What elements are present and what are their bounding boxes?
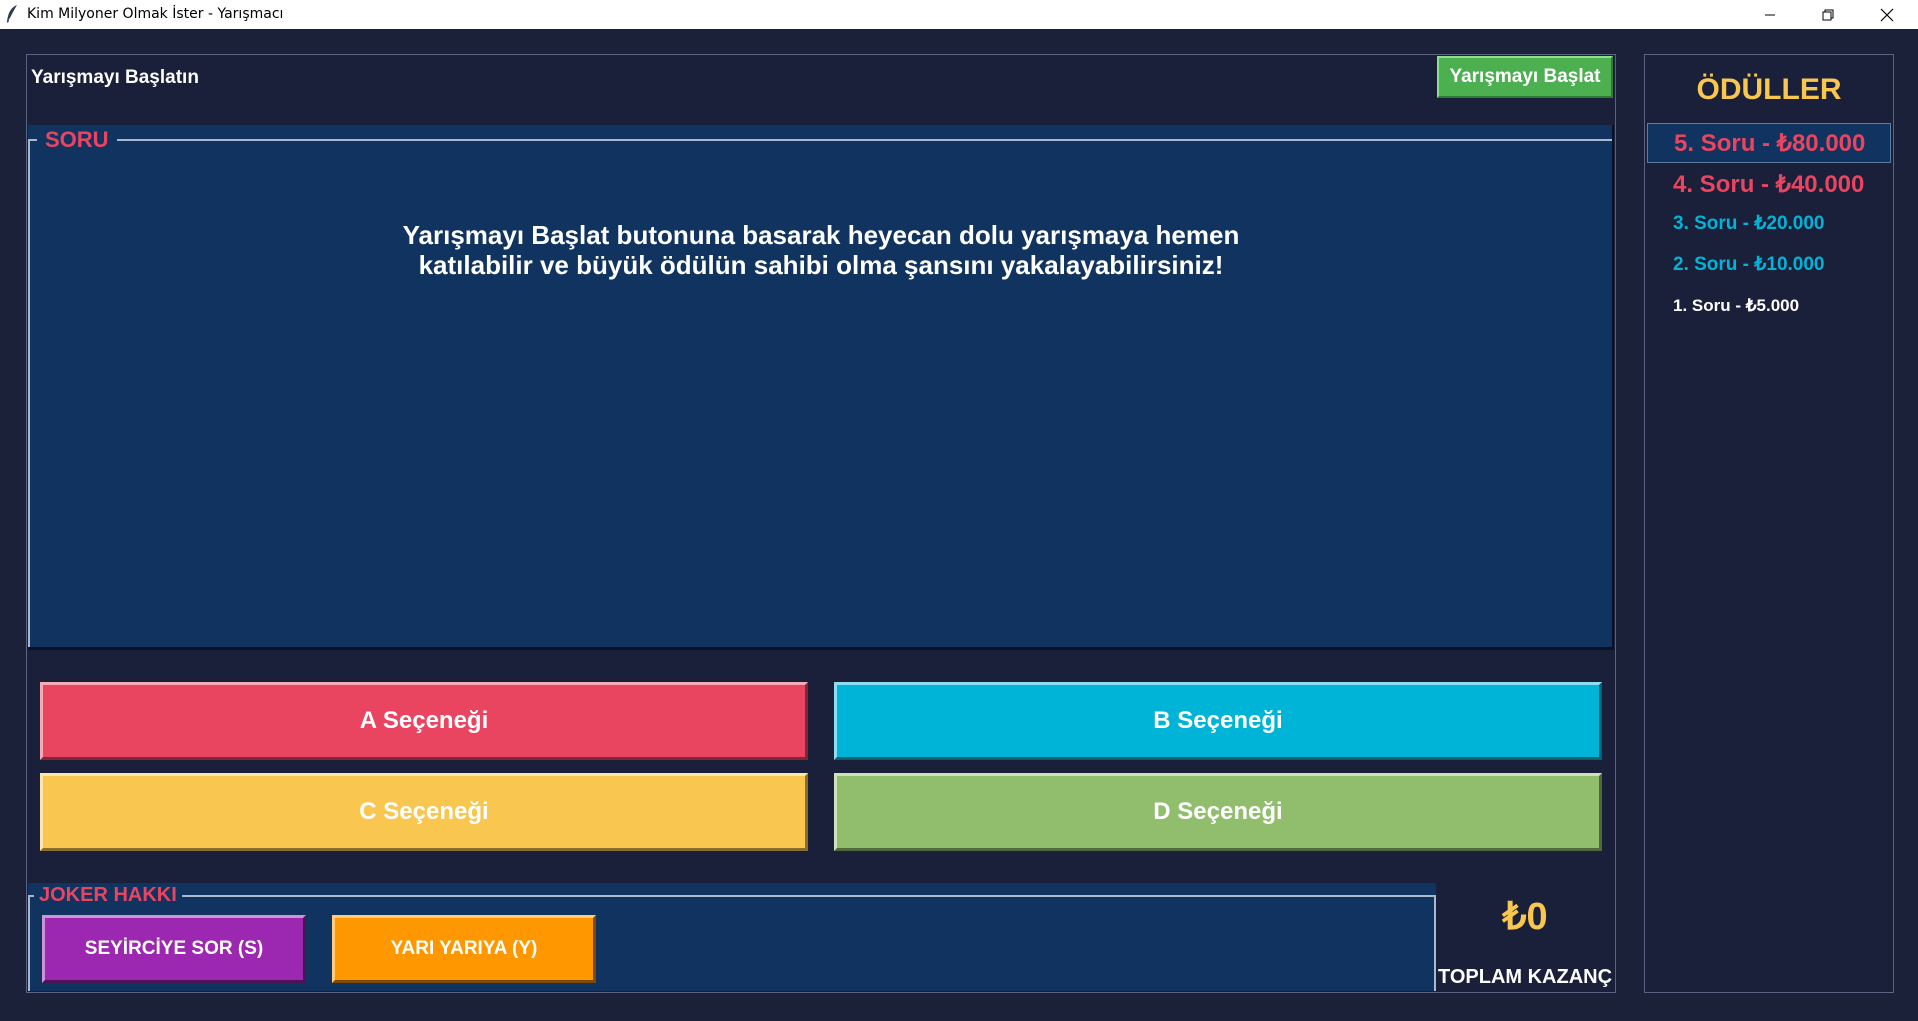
option-b-button[interactable]: B Seçeneği [834, 682, 1602, 760]
status-label: Yarışmayı Başlatın [31, 67, 199, 88]
total-earnings-amount: ₺0 [1502, 896, 1548, 938]
frame-border [28, 895, 1436, 897]
joker-legend: JOKER HAKKI [34, 883, 182, 907]
total-earnings-label: TOPLAM KAZANÇ [1437, 966, 1613, 988]
question-text: Yarışmayı Başlat butonuna basarak heyeca… [28, 220, 1614, 280]
minimize-button[interactable] [1741, 0, 1799, 29]
start-game-button[interactable]: Yarışmayı Başlat [1437, 56, 1613, 98]
close-button[interactable] [1858, 0, 1916, 29]
prize-item-3: 3. Soru - ₺20.000 [1673, 213, 1825, 234]
question-text-line: Yarışmayı Başlat butonuna basarak heyeca… [402, 220, 1240, 250]
frame-border [28, 895, 30, 991]
restore-button[interactable] [1799, 0, 1857, 29]
feather-icon [5, 4, 19, 24]
ask-audience-button[interactable]: SEYİRCİYE SOR (S) [42, 915, 306, 983]
window-title: Kim Milyoner Olmak İster - Yarışmacı [27, 6, 284, 22]
question-legend: SORU [37, 127, 117, 153]
question-text-line: katılabilir ve büyük ödülün sahibi olma … [418, 250, 1224, 280]
question-panel: SORU Yarışmayı Başlat butonuna basarak h… [28, 125, 1614, 650]
frame-border [28, 139, 30, 647]
title-bar: Kim Milyoner Olmak İster - Yarışmacı [0, 0, 1918, 29]
prize-title: ÖDÜLLER [1696, 73, 1842, 106]
restore-icon [1822, 9, 1834, 21]
option-c-button[interactable]: C Seçeneği [40, 773, 808, 851]
joker-panel: JOKER HAKKI SEYİRCİYE SOR (S) YARI YARIY… [28, 883, 1436, 991]
fifty-fifty-button[interactable]: YARI YARIYA (Y) [332, 915, 596, 983]
prize-panel: ÖDÜLLER 5. Soru - ₺80.000 4. Soru - ₺40.… [1644, 54, 1894, 993]
prize-item-5: 5. Soru - ₺80.000 [1647, 123, 1891, 163]
prize-item-1: 1. Soru - ₺5.000 [1673, 296, 1800, 315]
close-icon [1880, 8, 1894, 22]
frame-border [28, 139, 1612, 141]
prize-item-2: 2. Soru - ₺10.000 [1673, 254, 1825, 275]
option-a-button[interactable]: A Seçeneği [40, 682, 808, 760]
option-d-button[interactable]: D Seçeneği [834, 773, 1602, 851]
minimize-icon [1764, 9, 1776, 21]
prize-item-4: 4. Soru - ₺40.000 [1673, 171, 1865, 198]
